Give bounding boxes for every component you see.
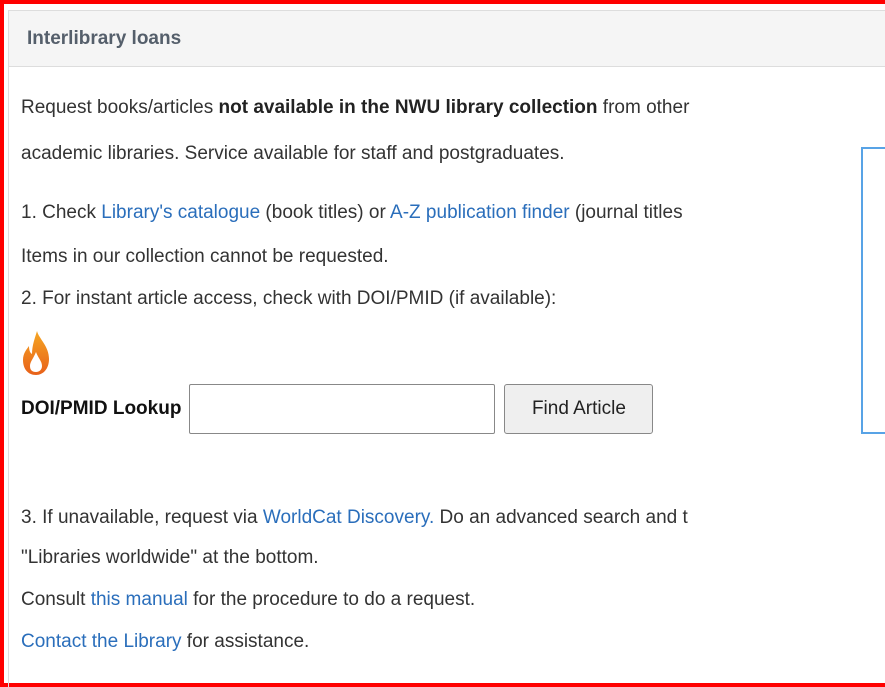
library-catalogue-link[interactable]: Library's catalogue — [101, 202, 260, 223]
worldcat-discovery-link[interactable]: WorldCat Discovery. — [263, 507, 434, 528]
doi-lookup-form: DOI/PMID Lookup Find Article — [21, 383, 654, 435]
consult-end-text: for the procedure to do a request. — [187, 589, 476, 610]
step-3-end-text: Do an advanced search and t — [434, 507, 688, 528]
intro-text: Request books/articles — [21, 97, 219, 118]
contact-line: Contact the Library for assistance. — [21, 630, 309, 654]
contact-end-text: for assistance. — [181, 631, 310, 652]
contact-library-link[interactable]: Contact the Library — [21, 631, 182, 652]
intro-bold-text: not available in the NWU library collect… — [218, 97, 598, 118]
doi-lookup-label: DOI/PMID Lookup — [21, 398, 182, 419]
consult-line: Consult this manual for the procedure to… — [21, 588, 475, 612]
step-3-text: 3. If unavailable, request via — [21, 507, 263, 528]
step-1-text: 1. Check — [21, 202, 102, 223]
step-3-line: 3. If unavailable, request via WorldCat … — [21, 506, 688, 530]
side-widget-frame — [861, 147, 885, 434]
step-1-line: 1. Check Library's catalogue (book title… — [21, 201, 683, 225]
step-3-note: "Libraries worldwide" at the bottom. — [21, 547, 319, 568]
doi-pmid-input[interactable] — [189, 384, 496, 434]
intro-text-end: from other — [597, 97, 690, 118]
this-manual-link[interactable]: this manual — [91, 589, 188, 610]
az-publication-finder-link[interactable]: A-Z publication finder — [390, 202, 570, 223]
step-1-note: Items in our collection cannot be reques… — [21, 246, 389, 267]
intro-line-1: Request books/articles not available in … — [21, 96, 689, 120]
panel-title: Interlibrary loans — [9, 11, 885, 67]
step-2-line: 2. For instant article access, check wit… — [21, 288, 557, 309]
consult-text: Consult — [21, 589, 91, 610]
step-1-mid-text: (book titles) or — [260, 202, 391, 223]
step-1-end-text: (journal titles — [569, 202, 683, 223]
flame-icon — [23, 331, 49, 375]
find-article-button[interactable]: Find Article — [504, 384, 654, 434]
intro-line-2: academic libraries. Service available fo… — [21, 143, 565, 164]
